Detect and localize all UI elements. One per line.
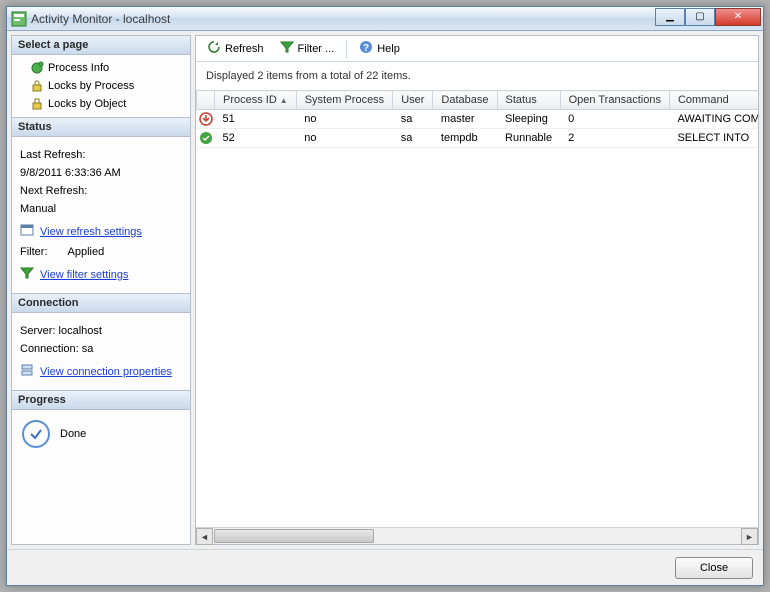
col-command[interactable]: Command bbox=[669, 91, 758, 110]
funnel-icon bbox=[280, 40, 294, 57]
progress-state: Done bbox=[60, 428, 86, 440]
progress-header: Progress bbox=[12, 390, 190, 410]
refresh-icon bbox=[207, 40, 221, 57]
help-icon: ? bbox=[359, 40, 373, 57]
filter-label: Filter ... bbox=[298, 43, 335, 55]
window-buttons: ▁ ▢ ✕ bbox=[655, 8, 761, 26]
connection-label: Connection: sa bbox=[20, 343, 182, 355]
cell-process-id: 52 bbox=[215, 129, 297, 148]
refresh-label: Refresh bbox=[225, 43, 264, 55]
page-list: Process Info Locks by Process Locks by O… bbox=[12, 55, 190, 117]
cell-open-tx: 2 bbox=[560, 129, 669, 148]
svg-text:?: ? bbox=[363, 43, 369, 54]
cell-status: Sleeping bbox=[497, 110, 560, 129]
toolbar: Refresh Filter ... ? Help bbox=[196, 36, 758, 62]
window-body: Select a page Process Info Locks by Proc… bbox=[7, 31, 763, 585]
cell-database: tempdb bbox=[433, 129, 497, 148]
cell-process-id: 51 bbox=[215, 110, 297, 129]
scroll-thumb[interactable] bbox=[214, 529, 374, 543]
funnel-icon bbox=[20, 266, 34, 283]
done-check-icon bbox=[22, 420, 50, 448]
process-info-icon bbox=[30, 61, 44, 75]
grid-wrapper[interactable]: Process ID▲ System Process User Database… bbox=[196, 90, 758, 527]
window-title: Activity Monitor - localhost bbox=[31, 12, 655, 26]
help-label: Help bbox=[377, 43, 400, 55]
sidebar-item-process-info[interactable]: Process Info bbox=[18, 59, 184, 77]
footer: Close bbox=[7, 549, 763, 585]
sidebar-item-label: Locks by Process bbox=[48, 80, 134, 92]
view-refresh-settings-link[interactable]: View refresh settings bbox=[40, 226, 142, 238]
progress-body: Done bbox=[12, 410, 190, 458]
filter-value: Applied bbox=[68, 246, 105, 258]
col-process-id[interactable]: Process ID▲ bbox=[215, 91, 297, 110]
toolbar-separator bbox=[346, 40, 347, 58]
cell-user: sa bbox=[393, 110, 433, 129]
last-refresh-value: 9/8/2011 6:33:36 AM bbox=[20, 167, 182, 179]
scroll-left-arrow[interactable]: ◄ bbox=[196, 528, 213, 545]
status-header: Status bbox=[12, 117, 190, 137]
cell-system-process: no bbox=[296, 129, 392, 148]
summary-text: Displayed 2 items from a total of 22 ite… bbox=[196, 62, 758, 90]
calendar-icon bbox=[20, 223, 34, 240]
grid-header-row: Process ID▲ System Process User Database… bbox=[197, 91, 759, 110]
cell-system-process: no bbox=[296, 110, 392, 129]
lock-process-icon bbox=[30, 79, 44, 93]
last-refresh-label: Last Refresh: bbox=[20, 149, 182, 161]
maximize-button[interactable]: ▢ bbox=[685, 8, 715, 26]
sidebar-item-label: Locks by Object bbox=[48, 98, 126, 110]
table-row[interactable]: 51nosamasterSleeping0AWAITING COMMAND bbox=[197, 110, 759, 129]
help-button[interactable]: ? Help bbox=[352, 37, 407, 60]
cell-database: master bbox=[433, 110, 497, 129]
close-window-button[interactable]: ✕ bbox=[715, 8, 761, 26]
server-label: Server: localhost bbox=[20, 325, 182, 337]
cell-open-tx: 0 bbox=[560, 110, 669, 129]
table-row[interactable]: 52nosatempdbRunnable2SELECT INTO bbox=[197, 129, 759, 148]
filter-button[interactable]: Filter ... bbox=[273, 37, 342, 60]
lock-object-icon bbox=[30, 97, 44, 111]
next-refresh-label: Next Refresh: bbox=[20, 185, 182, 197]
select-page-header: Select a page bbox=[12, 36, 190, 55]
connection-body: Server: localhost Connection: sa View co… bbox=[12, 313, 190, 390]
titlebar[interactable]: Activity Monitor - localhost ▁ ▢ ✕ bbox=[7, 7, 763, 31]
sort-asc-icon: ▲ bbox=[280, 96, 288, 105]
scroll-right-arrow[interactable]: ► bbox=[741, 528, 758, 545]
minimize-button[interactable]: ▁ bbox=[655, 8, 685, 26]
col-status[interactable]: Status bbox=[497, 91, 560, 110]
status-body: Last Refresh: 9/8/2011 6:33:36 AM Next R… bbox=[12, 137, 190, 293]
sidebar: Select a page Process Info Locks by Proc… bbox=[11, 35, 191, 545]
process-grid: Process ID▲ System Process User Database… bbox=[196, 90, 758, 148]
main-row: Select a page Process Info Locks by Proc… bbox=[7, 31, 763, 549]
view-filter-settings-link[interactable]: View filter settings bbox=[40, 269, 128, 281]
col-open-tx[interactable]: Open Transactions bbox=[560, 91, 669, 110]
col-user[interactable]: User bbox=[393, 91, 433, 110]
status-down-icon bbox=[197, 110, 215, 129]
horizontal-scrollbar[interactable]: ◄ ► bbox=[196, 527, 758, 544]
view-connection-properties-link[interactable]: View connection properties bbox=[40, 366, 172, 378]
sidebar-item-label: Process Info bbox=[48, 62, 109, 74]
refresh-button[interactable]: Refresh bbox=[200, 37, 271, 60]
server-icon bbox=[20, 363, 34, 380]
col-database[interactable]: Database bbox=[433, 91, 497, 110]
connection-header: Connection bbox=[12, 293, 190, 313]
col-system-process[interactable]: System Process bbox=[296, 91, 392, 110]
cell-status: Runnable bbox=[497, 129, 560, 148]
app-window: Activity Monitor - localhost ▁ ▢ ✕ Selec… bbox=[6, 6, 764, 586]
content-area: Refresh Filter ... ? Help bbox=[195, 35, 759, 545]
cell-command: SELECT INTO bbox=[669, 129, 758, 148]
col-status-icon[interactable] bbox=[197, 91, 215, 110]
sidebar-item-locks-by-object[interactable]: Locks by Object bbox=[18, 95, 184, 113]
next-refresh-value: Manual bbox=[20, 203, 182, 215]
cell-command: AWAITING COMMAND bbox=[669, 110, 758, 129]
filter-label: Filter: bbox=[20, 246, 48, 258]
app-icon bbox=[11, 11, 27, 27]
close-button[interactable]: Close bbox=[675, 557, 753, 579]
status-ok-icon bbox=[197, 129, 215, 148]
cell-user: sa bbox=[393, 129, 433, 148]
sidebar-item-locks-by-process[interactable]: Locks by Process bbox=[18, 77, 184, 95]
